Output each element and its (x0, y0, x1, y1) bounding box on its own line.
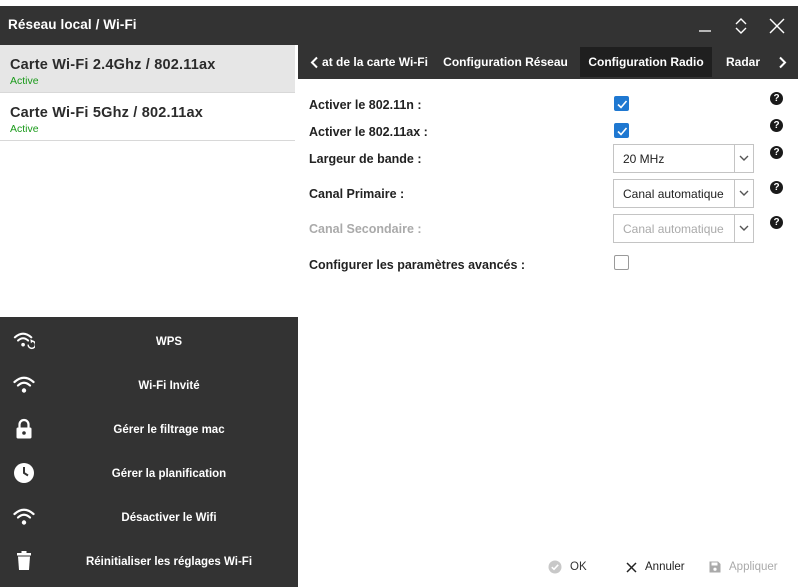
close-icon (626, 561, 637, 573)
sidebar-item-label: Gérer le filtrage mac (113, 424, 225, 436)
sidebar-item-label: Wi-Fi Invité (138, 380, 200, 392)
help-icon[interactable]: ? (770, 119, 783, 132)
chevron-left-icon (310, 56, 318, 68)
apply-button-label: Appliquer (729, 561, 778, 573)
primary-channel-label: Canal Primaire : (309, 187, 405, 201)
wifi-card-name: Carte Wi-Fi 5Ghz / 802.11ax (10, 105, 204, 121)
wifi-icon (13, 506, 35, 528)
primary-channel-select[interactable]: Canal automatique (613, 179, 754, 208)
wifi-refresh-icon (13, 330, 35, 352)
tab-card-status[interactable]: at de la carte Wi-Fi (320, 47, 430, 77)
window-title: Réseau local / Wi-Fi (8, 17, 137, 32)
wifi-card-status: Active (10, 75, 39, 87)
sidebar-item-reset-wifi[interactable]: Réinitialiser les réglages Wi-Fi (0, 539, 298, 583)
tab-scroll-right-button[interactable] (772, 45, 792, 79)
advanced-settings-label: Configurer les paramètres avancés : (309, 258, 526, 272)
tab-bar: at de la carte Wi-Fi Configuration Résea… (298, 45, 798, 79)
window-titlebar: Réseau local / Wi-Fi (0, 6, 798, 45)
secondary-channel-label: Canal Secondaire : (309, 222, 422, 236)
tab-radio-config[interactable]: Configuration Radio (580, 47, 712, 77)
ok-button[interactable]: OK (548, 557, 587, 577)
tab-radar[interactable]: Radar (720, 47, 766, 77)
chevron-down-icon (739, 155, 749, 161)
wifi-card-status: Active (10, 123, 39, 135)
minimize-icon (699, 29, 711, 32)
select-separator (734, 215, 735, 242)
clock-icon (13, 462, 35, 484)
close-icon (769, 18, 785, 33)
sidebar-item-mac-filter[interactable]: Gérer le filtrage mac (0, 407, 298, 451)
advanced-settings-checkbox[interactable] (614, 255, 629, 270)
trash-icon (13, 550, 35, 572)
cancel-button[interactable]: Annuler (626, 557, 685, 577)
help-icon[interactable]: ? (770, 92, 783, 105)
sidebar-item-label: WPS (155, 336, 183, 348)
enable-80211n-checkbox[interactable] (614, 96, 629, 111)
primary-channel-value: Canal automatique (623, 187, 724, 201)
wifi-card-name: Carte Wi-Fi 2.4Ghz / 802.11ax (10, 57, 216, 73)
wifi-card-24ghz[interactable]: Carte Wi-Fi 2.4Ghz / 802.11ax Active (0, 45, 295, 93)
lock-icon (13, 418, 35, 440)
close-button[interactable] (762, 6, 792, 45)
ok-button-label: OK (570, 561, 587, 573)
sidebar-item-label: Réinitialiser les réglages Wi-Fi (85, 556, 253, 568)
radio-config-form: Activer le 802.11n : ? Activer le 802.11… (298, 79, 798, 587)
sidebar-item-wps[interactable]: WPS (0, 319, 298, 363)
enable-80211ax-label: Activer le 802.11ax : (309, 125, 428, 139)
bandwidth-label: Largeur de bande : (309, 152, 422, 166)
bandwidth-value: 20 MHz (623, 152, 665, 166)
secondary-channel-value: Canal automatique (623, 222, 724, 236)
help-icon[interactable]: ? (770, 216, 783, 229)
wifi-icon (13, 374, 35, 396)
select-separator (734, 180, 735, 207)
sidebar-item-schedule[interactable]: Gérer la planification (0, 451, 298, 495)
select-separator (734, 145, 735, 172)
chevron-down-icon (739, 225, 749, 231)
secondary-channel-select: Canal automatique (613, 214, 754, 243)
enable-80211ax-checkbox[interactable] (614, 123, 629, 138)
wifi-card-5ghz[interactable]: Carte Wi-Fi 5Ghz / 802.11ax Active (0, 93, 295, 141)
wifi-card-list: Carte Wi-Fi 2.4Ghz / 802.11ax Active Car… (0, 45, 295, 317)
sidebar-item-label: Désactiver le Wifi (121, 512, 217, 524)
tab-network-config[interactable]: Configuration Réseau (438, 47, 573, 77)
checkmark-icon (617, 127, 628, 136)
cancel-button-label: Annuler (645, 561, 685, 573)
chevron-up-down-icon (735, 17, 747, 34)
sidebar-item-guest-wifi[interactable]: Wi-Fi Invité (0, 363, 298, 407)
chevron-right-icon (778, 56, 786, 68)
sidebar-item-label: Gérer la planification (111, 468, 227, 480)
help-icon[interactable]: ? (770, 146, 783, 159)
chevron-down-icon (739, 190, 749, 196)
check-circle-icon (548, 560, 562, 574)
sidebar-menu: WPS Wi-Fi Invité Gérer le filtrage mac G… (0, 317, 298, 587)
apply-button[interactable]: Appliquer (709, 557, 778, 577)
sidebar-item-disable-wifi[interactable]: Désactiver le Wifi (0, 495, 298, 539)
help-icon[interactable]: ? (770, 181, 783, 194)
expand-button[interactable] (726, 6, 756, 45)
enable-80211n-label: Activer le 802.11n : (309, 98, 422, 112)
checkmark-icon (617, 100, 628, 109)
minimize-button[interactable] (690, 6, 720, 45)
save-icon (709, 561, 721, 573)
bandwidth-select[interactable]: 20 MHz (613, 144, 754, 173)
